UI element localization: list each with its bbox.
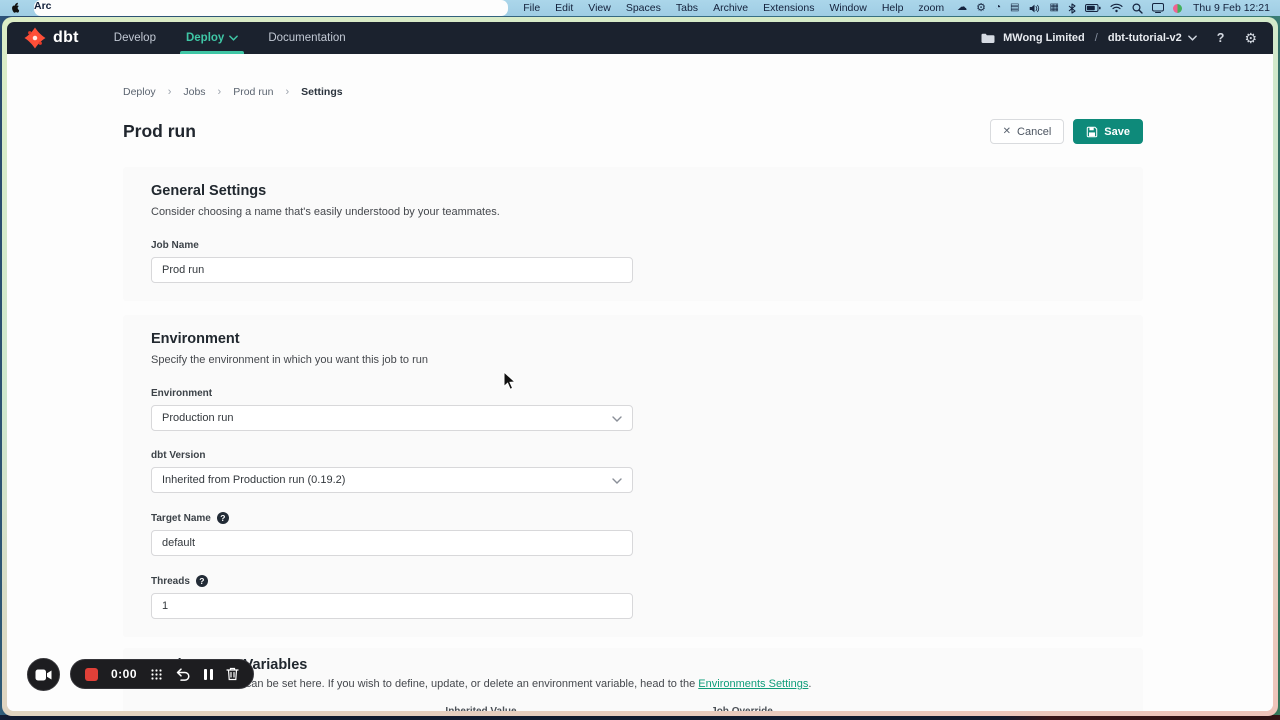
breadcrumb-separator: › — [168, 86, 172, 98]
menubar-item-archive[interactable]: Archive — [713, 2, 748, 14]
environment-subtitle: Specify the environment in which you wan… — [151, 354, 1115, 366]
nav-item-deploy[interactable]: Deploy — [184, 22, 240, 54]
breadcrumb-separator: › — [218, 86, 222, 98]
environment-select-label: Environment — [151, 388, 1115, 399]
dbt-version-select[interactable]: Inherited from Production run (0.19.2) — [151, 467, 633, 493]
environment-title: Environment — [151, 331, 1115, 347]
dbt-cloud-app: dbt Develop Deploy Documentation MWong L… — [7, 22, 1273, 711]
breadcrumb-deploy[interactable]: Deploy — [123, 86, 156, 98]
video-camera-icon — [35, 669, 52, 681]
cancel-button[interactable]: ✕ Cancel — [990, 119, 1065, 144]
menubar-item-extensions[interactable]: Extensions — [763, 2, 814, 14]
folder-icon — [981, 33, 995, 44]
target-name-label: Target Name ? — [151, 512, 1115, 524]
breadcrumb-settings[interactable]: Settings — [301, 86, 342, 98]
target-name-help-icon[interactable]: ? — [217, 512, 229, 524]
cloud-icon[interactable]: ☁ — [957, 3, 967, 13]
general-settings-subtitle: Consider choosing a name that's easily u… — [151, 206, 1115, 218]
environments-settings-link[interactable]: Environments Settings — [698, 678, 808, 690]
chevron-down-icon — [612, 478, 622, 484]
page-body: Deploy › Jobs › Prod run › Settings Prod… — [7, 54, 1273, 711]
spotlight-search-icon[interactable] — [1132, 3, 1143, 14]
menubar-clock[interactable]: Thu 9 Feb 12:21 — [1193, 2, 1270, 14]
gear-icon[interactable]: ⚙ — [1244, 31, 1257, 45]
recorder-toolbar: 0:00 — [70, 659, 254, 689]
breadcrumb-jobs[interactable]: Jobs — [183, 86, 205, 98]
dbt-logo-icon — [23, 26, 47, 50]
menubar-app-zoom[interactable]: zoom — [918, 2, 944, 14]
threads-help-icon[interactable]: ? — [196, 575, 208, 587]
account-project-separator: / — [1095, 32, 1098, 44]
menubar-item-arc[interactable]: Arc — [34, 0, 508, 16]
column-job-override: Job Override — [616, 706, 868, 711]
general-settings-card: General Settings Consider choosing a nam… — [123, 167, 1143, 301]
environment-variables-description: Job level overrides can be set here. If … — [151, 678, 1115, 690]
macos-menubar: Arc File Edit View Spaces Tabs Archive E… — [0, 0, 1280, 16]
dbt-version-label: dbt Version — [151, 450, 1115, 461]
general-settings-title: General Settings — [151, 183, 1115, 199]
column-inherited-value: Inherited Value — [346, 706, 616, 711]
threads-input[interactable] — [151, 593, 633, 619]
nav-item-develop[interactable]: Develop — [112, 22, 158, 54]
page-title: Prod run — [123, 121, 196, 142]
breadcrumb-separator: › — [286, 86, 290, 98]
project-selector[interactable]: dbt-tutorial-v2 — [1108, 32, 1197, 44]
environment-variables-card: Environment Variables Job level override… — [123, 648, 1143, 711]
breadcrumb: Deploy › Jobs › Prod run › Settings — [123, 86, 1143, 98]
dbt-brand-text: dbt — [53, 29, 79, 47]
pause-recording-button[interactable] — [204, 669, 213, 680]
volume-icon[interactable] — [1028, 3, 1040, 14]
env-vars-table-header: Inherited Value Job Override — [151, 706, 1115, 711]
job-name-label: Job Name — [151, 240, 1115, 251]
bluetooth-icon[interactable] — [1068, 3, 1076, 14]
drag-grid-icon[interactable] — [150, 668, 163, 681]
nav-item-documentation[interactable]: Documentation — [266, 22, 347, 54]
screen-mirroring-icon[interactable] — [1152, 3, 1164, 13]
apple-menu-icon[interactable] — [10, 2, 21, 14]
dbt-navbar: dbt Develop Deploy Documentation MWong L… — [7, 22, 1273, 54]
wifi-icon[interactable] — [1110, 3, 1123, 13]
chevron-down-icon — [1188, 35, 1197, 41]
keyboard-icon[interactable]: ▤ — [1010, 3, 1019, 13]
menubar-item-window[interactable]: Window — [829, 2, 866, 14]
settings-gear-icon[interactable]: ⚙ — [976, 3, 986, 14]
save-floppy-icon — [1086, 126, 1098, 138]
battery-icon[interactable] — [1085, 4, 1101, 13]
restart-undo-button[interactable] — [176, 668, 191, 681]
recording-timer: 0:00 — [111, 667, 137, 681]
target-name-input[interactable] — [151, 530, 633, 556]
menubar-item-view[interactable]: View — [588, 2, 611, 14]
environment-select[interactable]: Production run — [151, 405, 633, 431]
job-name-input[interactable] — [151, 257, 633, 283]
menubar-item-edit[interactable]: Edit — [555, 2, 573, 14]
menubar-item-help[interactable]: Help — [882, 2, 904, 14]
recording-status-dot-icon[interactable] — [1173, 4, 1182, 13]
menubar-item-tabs[interactable]: Tabs — [676, 2, 698, 14]
menubar-item-spaces[interactable]: Spaces — [626, 2, 661, 14]
recorder-camera-button[interactable] — [27, 658, 60, 691]
menubar-item-file[interactable]: File — [523, 2, 540, 14]
chevron-down-icon — [229, 35, 238, 41]
environment-card: Environment Specify the environment in w… — [123, 315, 1143, 637]
help-icon[interactable]: ? — [1217, 32, 1225, 45]
account-name[interactable]: MWong Limited — [1003, 32, 1085, 44]
clock-app-icon[interactable]: ◔ — [995, 3, 1001, 13]
dbt-logo[interactable]: dbt — [23, 22, 79, 54]
browser-window: dbt Develop Deploy Documentation MWong L… — [2, 17, 1278, 716]
breadcrumb-prod-run[interactable]: Prod run — [233, 86, 273, 98]
calendar-icon[interactable]: ▦ — [1049, 3, 1058, 13]
close-icon: ✕ — [1003, 126, 1011, 137]
save-button[interactable]: Save — [1073, 119, 1143, 144]
stop-recording-button[interactable] — [85, 668, 98, 681]
threads-label: Threads ? — [151, 575, 1115, 587]
discard-trash-button[interactable] — [226, 667, 239, 681]
environment-variables-title: Environment Variables — [151, 657, 1115, 673]
chevron-down-icon — [612, 416, 622, 422]
